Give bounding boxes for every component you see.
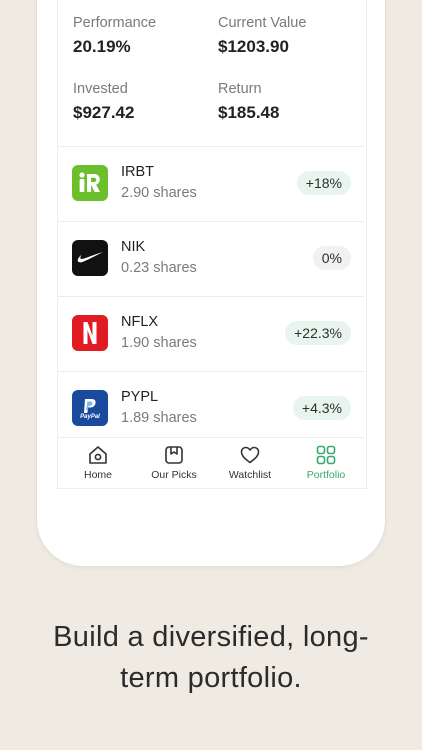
tab-portfolio[interactable]: Portfolio	[288, 438, 364, 488]
performance-label: Performance	[73, 15, 157, 31]
irobot-icon	[79, 172, 100, 192]
change-badge: +22.3%	[285, 321, 351, 345]
pypl-logo: PayPal	[72, 390, 108, 426]
marketing-headline: Build a diversified, long- term portfoli…	[0, 617, 422, 699]
current-value-label: Current Value	[218, 15, 307, 31]
netflix-n-icon	[83, 322, 97, 344]
tab-bar: Home Our Picks Watchlist Portfolio	[58, 437, 364, 488]
heart-icon	[240, 446, 260, 464]
change-badge: +4.3%	[292, 396, 351, 420]
holding-ticker: IRBT	[121, 164, 155, 180]
grid-icon	[316, 445, 336, 465]
headline-line-1: Build a diversified, long-	[53, 621, 369, 653]
nik-logo	[72, 240, 108, 276]
paypal-icon	[84, 398, 96, 413]
change-badge: +18%	[296, 171, 351, 195]
tab-home-label: Home	[83, 469, 112, 481]
picks-icon	[165, 446, 183, 464]
holding-shares: 0.23 shares	[121, 260, 197, 276]
holding-row-nflx[interactable]: NFLX 1.90 shares +22.3%	[58, 297, 364, 372]
paypal-logo-text: PayPal	[80, 413, 100, 420]
holding-ticker: NFLX	[121, 314, 159, 330]
tab-home[interactable]: Home	[60, 438, 136, 488]
holding-ticker: PYPL	[121, 389, 159, 405]
return-label: Return	[218, 81, 262, 97]
holding-shares: 2.90 shares	[121, 185, 197, 201]
swoosh-icon	[77, 252, 103, 263]
tab-watchlist[interactable]: Watchlist	[212, 438, 288, 488]
headline-line-2: term portfolio.	[120, 662, 302, 694]
holding-row-irbt[interactable]: IRBT 2.90 shares +18%	[58, 147, 364, 222]
current-value-stat: Current Value $1203.90	[218, 15, 358, 57]
home-icon	[89, 446, 107, 464]
tab-our-picks-label: Our Picks	[151, 469, 197, 481]
return-stat: Return $185.48	[218, 81, 358, 123]
invested-stat: Invested $927.42	[73, 81, 213, 123]
tab-portfolio-label: Portfolio	[306, 469, 346, 481]
tab-our-picks[interactable]: Our Picks	[136, 438, 212, 488]
holding-row-pypl[interactable]: PayPal PYPL 1.89 shares +4.3%	[58, 372, 364, 447]
performance-stat: Performance 20.19%	[73, 15, 213, 57]
irbt-logo	[72, 165, 108, 201]
tab-watchlist-label: Watchlist	[228, 469, 272, 481]
invested-value: $927.42	[73, 103, 135, 122]
holding-shares: 1.89 shares	[121, 410, 197, 426]
holding-shares: 1.90 shares	[121, 335, 197, 351]
current-value-value: $1203.90	[218, 37, 289, 56]
invested-label: Invested	[73, 81, 128, 97]
holding-ticker: NIK	[121, 239, 146, 255]
return-value: $185.48	[218, 103, 280, 122]
nflx-logo	[72, 315, 108, 351]
performance-value: 20.19%	[73, 37, 131, 56]
holding-row-nik[interactable]: NIK 0.23 shares 0%	[58, 222, 364, 297]
change-badge: 0%	[312, 246, 351, 270]
